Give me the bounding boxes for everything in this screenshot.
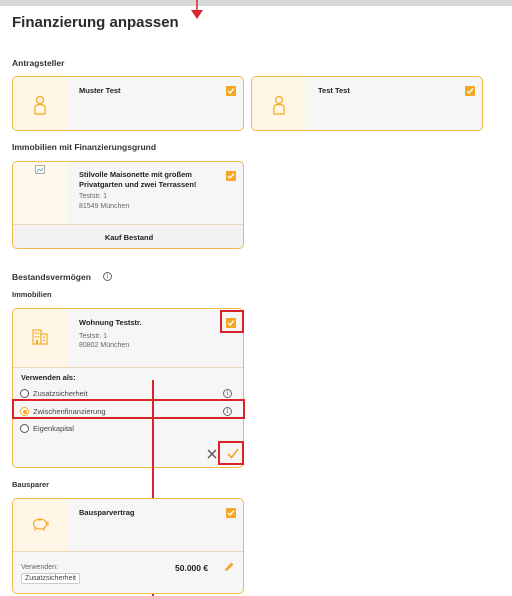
real-estate-title: Wohnung Teststr. bbox=[79, 318, 142, 327]
applicant-card-1[interactable]: Muster Test bbox=[12, 76, 244, 131]
property-street: Teststr. 1 bbox=[79, 193, 108, 200]
applicants-heading: Antragsteller bbox=[12, 58, 65, 68]
property-city: 81549 München bbox=[79, 203, 130, 210]
real-estate-street: Teststr. 1 bbox=[79, 333, 108, 340]
property-purpose: Kauf Bestand bbox=[104, 233, 154, 242]
building-icon bbox=[32, 329, 48, 345]
applicant-icon-box bbox=[252, 77, 306, 130]
savings-amount: 50.000 € bbox=[175, 563, 209, 573]
option-label: Zusatzsicherheit bbox=[33, 389, 88, 398]
savings-title: Bausparvertrag bbox=[79, 508, 135, 517]
real-estate-heading: Immobilien bbox=[12, 290, 52, 299]
applicant-checkbox[interactable] bbox=[465, 86, 475, 96]
highlight-confirm bbox=[218, 441, 244, 465]
use-value-tag: Zusatzsicherheit bbox=[21, 573, 80, 584]
edit-pencil-icon[interactable] bbox=[223, 561, 235, 573]
property-reason-heading: Immobilien mit Finanzierungsgrund bbox=[12, 142, 157, 152]
cancel-icon[interactable] bbox=[207, 449, 217, 459]
person-icon bbox=[273, 95, 285, 115]
property-reason-card[interactable]: Stilvolle Maisonette mit großem Privatga… bbox=[12, 161, 244, 249]
page-title: Finanzierung anpassen bbox=[12, 14, 179, 31]
broken-image-icon bbox=[35, 165, 45, 174]
top-bar bbox=[0, 0, 512, 6]
divider bbox=[13, 367, 243, 368]
radio-zusatzsicherheit[interactable] bbox=[20, 389, 29, 398]
radio-eigenkapital[interactable] bbox=[20, 424, 29, 433]
use-label: Verwenden: bbox=[21, 564, 58, 571]
applicant-checkbox[interactable] bbox=[226, 86, 236, 96]
property-image bbox=[13, 162, 67, 224]
property-title: Stilvolle Maisonette mit großem Privatga… bbox=[79, 170, 197, 189]
applicant-name: Test Test bbox=[318, 86, 350, 95]
person-icon bbox=[34, 95, 46, 115]
savings-card[interactable]: Bausparvertrag Verwenden: Zusatzsicherhe… bbox=[12, 498, 244, 594]
highlight-option bbox=[12, 399, 245, 419]
savings-heading: Bausparer bbox=[12, 480, 50, 489]
applicant-card-2[interactable]: Test Test bbox=[251, 76, 483, 131]
property-footer: Kauf Bestand bbox=[13, 224, 243, 248]
annotation-arrow-down bbox=[191, 0, 203, 19]
info-icon[interactable]: i bbox=[103, 272, 112, 281]
info-icon[interactable]: i bbox=[223, 389, 232, 398]
applicant-icon-box bbox=[13, 77, 67, 130]
option-label: Eigenkapital bbox=[33, 424, 74, 433]
highlight-checkbox bbox=[220, 310, 244, 333]
piggy-bank-icon bbox=[32, 518, 49, 531]
use-as-label: Verwenden als: bbox=[21, 373, 76, 382]
savings-icon-box bbox=[13, 499, 67, 551]
divider bbox=[13, 551, 243, 552]
assets-heading: Bestandsvermögen bbox=[12, 272, 91, 282]
applicant-name: Muster Test bbox=[79, 86, 121, 95]
real-estate-icon-box bbox=[13, 309, 67, 367]
savings-checkbox[interactable] bbox=[226, 508, 236, 518]
real-estate-card[interactable]: Wohnung Teststr. Teststr. 1 80802 Münche… bbox=[12, 308, 244, 468]
real-estate-city: 80802 München bbox=[79, 342, 130, 349]
property-checkbox[interactable] bbox=[226, 171, 236, 181]
